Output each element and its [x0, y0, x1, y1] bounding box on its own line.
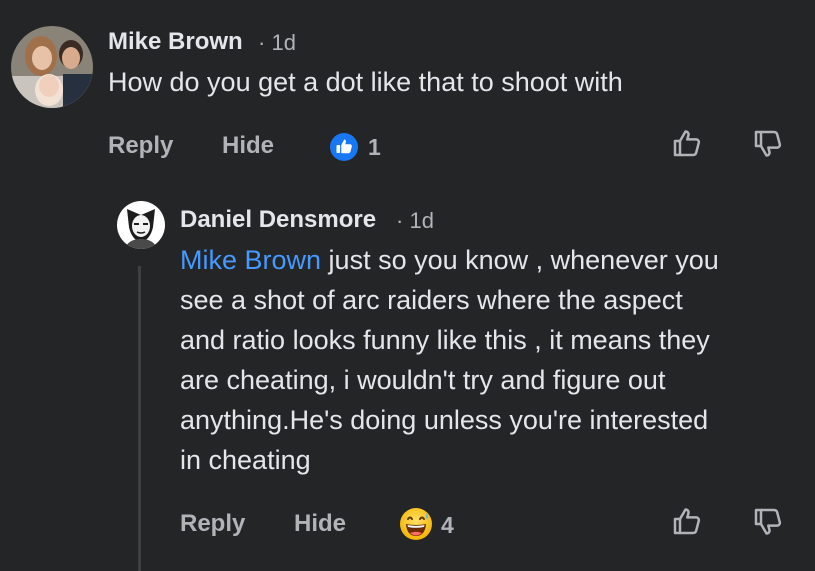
meta-separator: ·	[258, 30, 266, 55]
like-reaction-icon[interactable]	[329, 132, 359, 167]
avatar[interactable]	[11, 26, 93, 108]
reply-text-segment: just so you know , whenever you	[321, 245, 719, 275]
reply-text: Mike Brown just so you know , whenever y…	[180, 240, 719, 480]
reply-text-line: are cheating, i wouldn't try and figure …	[180, 365, 666, 395]
reply-button[interactable]: Reply	[180, 510, 245, 538]
reaction-count[interactable]: 1	[368, 134, 381, 161]
hide-button[interactable]: Hide	[222, 132, 274, 160]
thumbs-down-icon[interactable]	[752, 128, 784, 165]
avatar[interactable]	[117, 201, 165, 249]
thumbs-down-icon[interactable]	[752, 506, 784, 543]
mention-link[interactable]: Mike Brown	[180, 245, 321, 275]
reply-text-line: and ratio looks funny like this , it mea…	[180, 325, 710, 355]
thread-line	[138, 266, 141, 571]
reply-text-line: Mike Brown just so you know , whenever y…	[180, 240, 719, 280]
comment-time[interactable]: 1d	[271, 30, 295, 55]
reply-time[interactable]: 1d	[409, 208, 433, 233]
meta-separator: ·	[396, 208, 404, 233]
comment-text: How do you get a dot like that to shoot …	[108, 67, 623, 97]
hide-button[interactable]: Hide	[294, 510, 346, 538]
thumbs-up-icon[interactable]	[671, 505, 703, 542]
reply-text-line: see a shot of arc raiders where the aspe…	[180, 285, 683, 315]
reply-meta: · 1d	[396, 208, 434, 234]
reply-text-line: in cheating	[180, 445, 311, 475]
reply-button[interactable]: Reply	[108, 132, 173, 160]
thumbs-up-icon[interactable]	[671, 127, 703, 164]
reply-author[interactable]: Daniel Densmore	[180, 206, 376, 234]
reply-text-line: anything.He's doing unless you're intere…	[180, 405, 709, 435]
comment-meta: · 1d	[258, 30, 296, 56]
reaction-count[interactable]: 4	[441, 512, 454, 539]
comment-author[interactable]: Mike Brown	[108, 28, 243, 56]
grinning-sweat-emoji-icon[interactable]	[399, 507, 433, 546]
